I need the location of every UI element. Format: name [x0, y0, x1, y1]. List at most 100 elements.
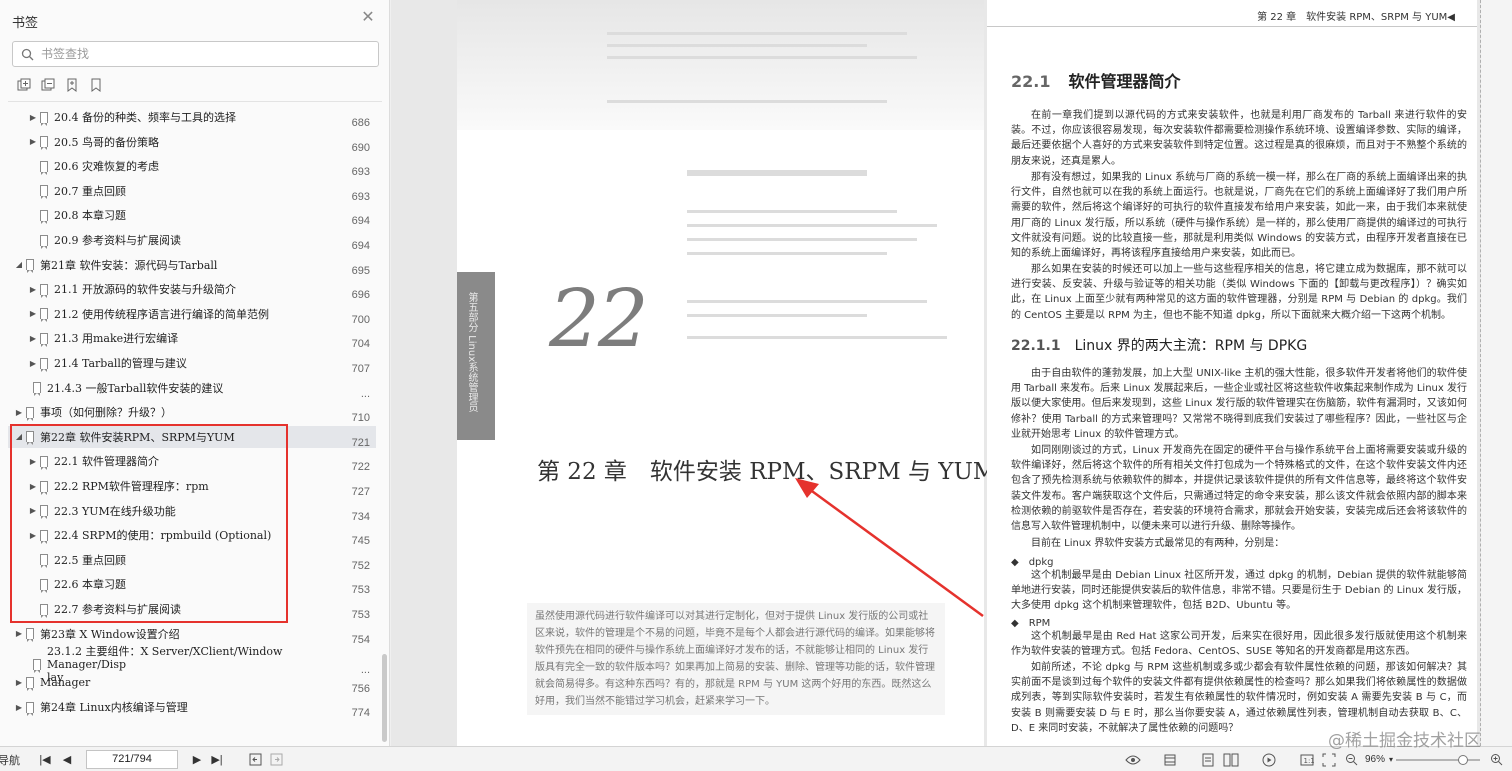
zoom-in-icon[interactable] — [1488, 752, 1504, 767]
sidebar-scrollbar[interactable] — [382, 654, 387, 742]
status-bar: 导航 |◀ ◀ 721/794 ▶ ▶| 1:1 96% ▾ — [0, 746, 1512, 771]
bookmark-item[interactable]: 20.8 本章习题 694 — [8, 204, 376, 227]
add-bookmark-icon[interactable] — [64, 77, 80, 93]
ghost-text — [687, 336, 947, 339]
bookmark-search-input[interactable] — [41, 47, 361, 61]
bookmark-label: 20.7 重点回顾 — [54, 184, 126, 198]
close-icon[interactable]: ✕ — [360, 10, 376, 26]
bookmark-item[interactable]: ▶ 21.2 使用传统程序语言进行编译的简单范例 700 — [8, 303, 376, 326]
zoom-slider-handle[interactable] — [1458, 755, 1469, 765]
back-icon[interactable] — [247, 752, 263, 767]
bookmark-page-number: 721 — [351, 436, 370, 449]
bookmark-item[interactable]: 21.4.3 一般Tarball软件安装的建议... — [8, 377, 376, 400]
expand-arrow-icon[interactable]: ▶ — [28, 506, 38, 515]
next-page-icon[interactable]: ▶ — [190, 752, 204, 767]
bookmark-label: 第22章 软件安装RPM、SRPM与YUM — [40, 430, 235, 444]
page-number-input[interactable]: 721/794 — [86, 750, 178, 769]
bookmark-item[interactable]: ◢ 第21章 软件安装：源代码与Tarball 695 — [8, 254, 376, 277]
bookmark-item[interactable]: ▶ 22.4 SRPM的使用：rpmbuild (Optional) 745 — [8, 524, 376, 547]
expand-arrow-icon[interactable]: ▶ — [28, 309, 38, 318]
bookmark-item[interactable]: ◢ 第22章 软件安装RPM、SRPM与YUM 721 — [8, 425, 376, 449]
expand-arrow-icon[interactable]: ▶ — [14, 408, 24, 417]
expand-all-icon[interactable] — [16, 77, 32, 93]
bookmark-item[interactable]: 20.7 重点回顾 693 — [8, 180, 376, 203]
bookmark-item[interactable]: 20.9 参考资料与扩展阅读 694 — [8, 229, 376, 252]
expand-arrow-icon[interactable]: ▶ — [28, 137, 38, 146]
first-page-icon[interactable]: |◀ — [38, 752, 52, 767]
ghost-text — [687, 210, 897, 213]
bookmark-item[interactable]: ▶ Manager 756 — [8, 672, 376, 695]
zoom-dropdown-icon[interactable]: ▾ — [1386, 752, 1396, 767]
bookmark-item[interactable]: 22.7 参考资料与扩展阅读 753 — [8, 598, 376, 621]
bookmark-page-number: 722 — [351, 461, 370, 474]
bookmark-item[interactable]: 20.6 灾难恢复的考虑 693 — [8, 155, 376, 178]
expand-arrow-icon[interactable]: ▶ — [28, 334, 38, 343]
paragraph: 如同刚刚谈过的方式，Linux 开发商先在固定的硬件平台与操作系统平台上面将需要… — [1011, 445, 1467, 533]
expand-arrow-icon[interactable]: ▶ — [14, 703, 24, 712]
zoom-out-icon[interactable] — [1343, 752, 1359, 767]
bookmark-label: 第23章 X Window设置介绍 — [40, 627, 180, 641]
bookmark-icon — [40, 578, 48, 593]
page-right: 第 22 章 软件安装 RPM、SRPM 与 YUM◀ 22.1 软件管理器简介 … — [987, 0, 1477, 746]
annotation-arrow — [795, 478, 984, 618]
expand-arrow-icon[interactable]: ▶ — [28, 359, 38, 368]
bookmark-item[interactable]: ▶ 20.4 备份的种类、频率与工具的选择 686 — [8, 106, 376, 129]
expand-arrow-icon[interactable]: ▶ — [14, 678, 24, 687]
expand-arrow-icon[interactable]: ▶ — [14, 629, 24, 638]
bookmark-label-line: 23.1.2 主要组件：X Server/XClient/Window Mana… — [47, 644, 283, 671]
expand-arrow-icon[interactable]: ▶ — [28, 285, 38, 294]
bookmark-icon[interactable] — [88, 77, 104, 93]
pdf-reader-window: 书签 ✕ ▶20.4 备份的种类、频率与工具的选择686▶20.5 鸟哥的 — [0, 0, 1512, 771]
expand-arrow-icon[interactable]: ▶ — [28, 457, 38, 466]
bookmark-item[interactable]: ▶ 第23章 X Window设置介绍 754 — [8, 623, 376, 646]
subsection-title: Linux 界的两大主流：RPM 与 DPKG — [1074, 338, 1308, 354]
bookmark-label: 21.3 用make进行宏编译 — [54, 332, 179, 346]
bookmark-item[interactable]: ▶ 22.3 YUM在线升级功能 734 — [8, 500, 376, 523]
expand-arrow-icon[interactable]: ▶ — [28, 531, 38, 540]
paragraph: 这个机制最早是由 Debian Linux 社区所开发，通过 dpkg 的机制，… — [1011, 570, 1467, 612]
single-page-view-icon[interactable] — [1162, 752, 1178, 767]
bookmark-label: 第24章 Linux内核编译与管理 — [40, 701, 188, 715]
collapse-arrow-icon[interactable]: ◢ — [14, 260, 24, 269]
bookmark-item[interactable]: ▶ 第24章 Linux内核编译与管理 774 — [8, 696, 376, 719]
bookmark-icon — [40, 455, 48, 470]
bookmark-item[interactable]: ▶ 20.5 鸟哥的备份策略 690 — [8, 131, 376, 154]
paragraph: 那有没有想过，如果我的 Linux 系统与厂商的系统一模一样，那么在厂商的系统上… — [1011, 172, 1467, 260]
expand-arrow-icon[interactable]: ▶ — [28, 482, 38, 491]
bookmark-page-number: 694 — [351, 240, 370, 252]
bookmark-item[interactable]: ▶ 21.3 用make进行宏编译 704 — [8, 327, 376, 350]
prev-page-icon[interactable]: ◀ — [60, 752, 74, 767]
zoom-level[interactable]: 96% — [1361, 752, 1389, 767]
bookmark-tree: ▶ 20.4 备份的种类、频率与工具的选择 686 ▶ 20.5 鸟哥的备份策略 690 2… — [0, 106, 380, 746]
bookmark-label: Manager — [40, 676, 91, 690]
bookmark-item[interactable]: 22.6 本章习题 753 — [8, 573, 376, 596]
bookmark-item[interactable]: ▶ 21.4 Tarball的管理与建议 707 — [8, 352, 376, 375]
paragraph: 在前一章我们提到以源代码的方式来安装软件，也就是利用厂商发布的 Tarball … — [1011, 110, 1467, 167]
expand-arrow-icon[interactable]: ▶ — [28, 113, 38, 122]
fit-page-icon[interactable] — [1320, 752, 1338, 767]
bookmark-item[interactable]: 22.5 重点回顾 752 — [8, 549, 376, 572]
sidebar-title: 书签 — [12, 15, 39, 30]
bookmark-item[interactable]: ▶ 22.2 RPM软件管理程序：rpm 727 — [8, 475, 376, 498]
collapse-all-icon[interactable] — [40, 77, 56, 93]
bookmark-label: 20.4 备份的种类、频率与工具的选择 — [54, 111, 236, 124]
nav-label[interactable]: 导航 — [0, 752, 24, 767]
forward-icon[interactable] — [268, 752, 284, 767]
play-icon[interactable] — [1260, 752, 1278, 767]
bookmark-item[interactable]: ▶ 事项（如何删除？升级？） 710 — [8, 401, 376, 424]
collapse-arrow-icon[interactable]: ◢ — [14, 432, 24, 441]
paragraph: 这个机制最早是由 Red Hat 这家公司开发，后来实在很好用，因此很多发行版就… — [1011, 631, 1467, 658]
actual-size-icon[interactable]: 1:1 — [1298, 752, 1316, 767]
bookmark-search-field[interactable] — [12, 41, 379, 67]
ghost-text — [687, 300, 927, 303]
double-page-view-icon[interactable] — [1222, 752, 1240, 767]
last-page-icon[interactable]: ▶| — [210, 752, 224, 767]
continuous-view-icon[interactable] — [1200, 752, 1216, 767]
bookmark-item[interactable]: ▶ 21.1 开放源码的软件安装与升级简介 696 — [8, 278, 376, 301]
document-viewer[interactable]: 第五部分 Linux系统管理员 22 第 22 章 软件安装 RPM、SRPM … — [391, 0, 1512, 746]
search-icon — [13, 48, 41, 61]
eye-protection-icon[interactable] — [1124, 752, 1142, 767]
bookmark-label: 22.2 RPM软件管理程序：rpm — [54, 480, 209, 493]
bookmark-item[interactable]: ▶ 22.1 软件管理器简介 722 — [8, 450, 376, 474]
bookmark-label: 20.9 参考资料与扩展阅读 — [54, 234, 181, 247]
